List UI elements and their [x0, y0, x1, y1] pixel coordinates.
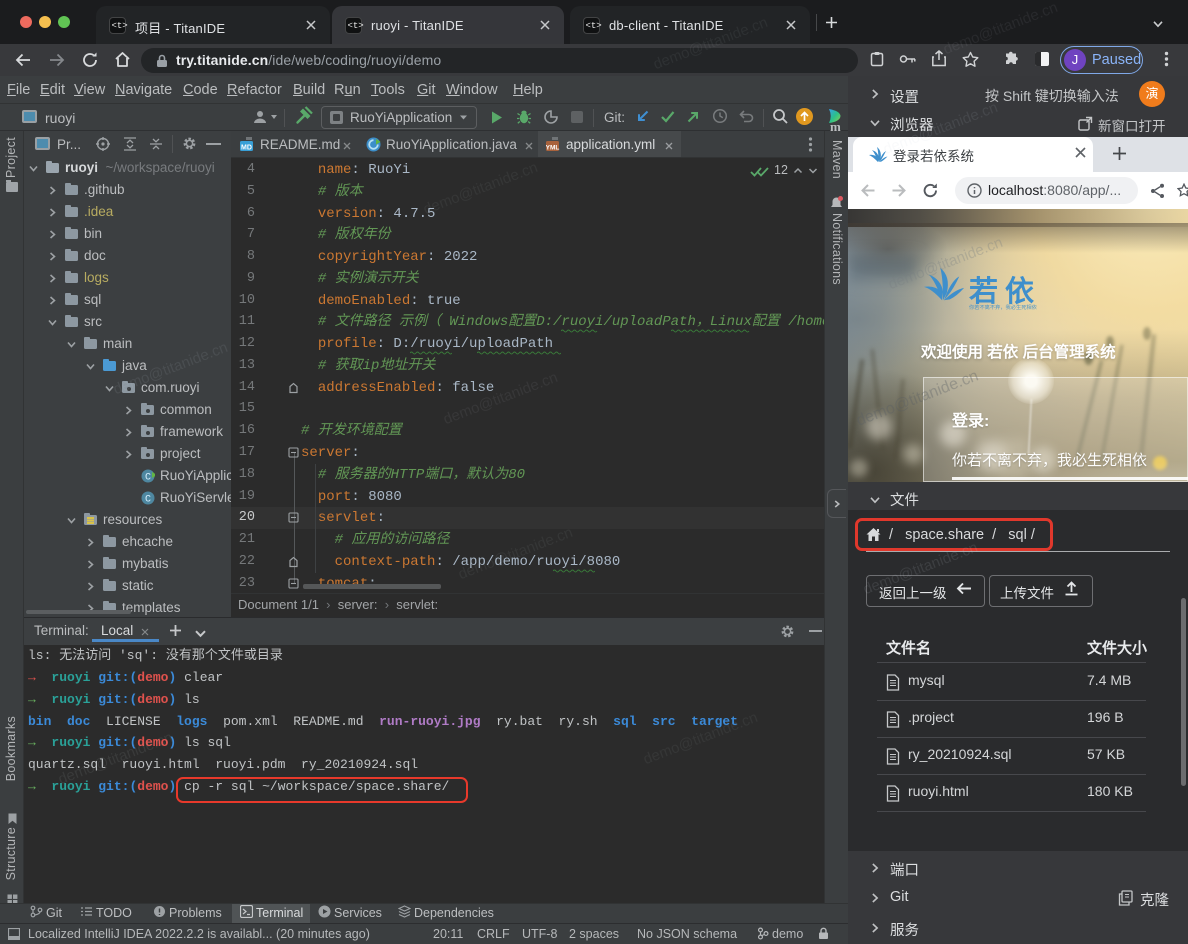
svg-text:MD: MD: [241, 145, 252, 152]
svg-text:YML: YML: [546, 145, 559, 152]
svg-text:C: C: [145, 495, 151, 506]
svg-text:C: C: [145, 473, 151, 484]
